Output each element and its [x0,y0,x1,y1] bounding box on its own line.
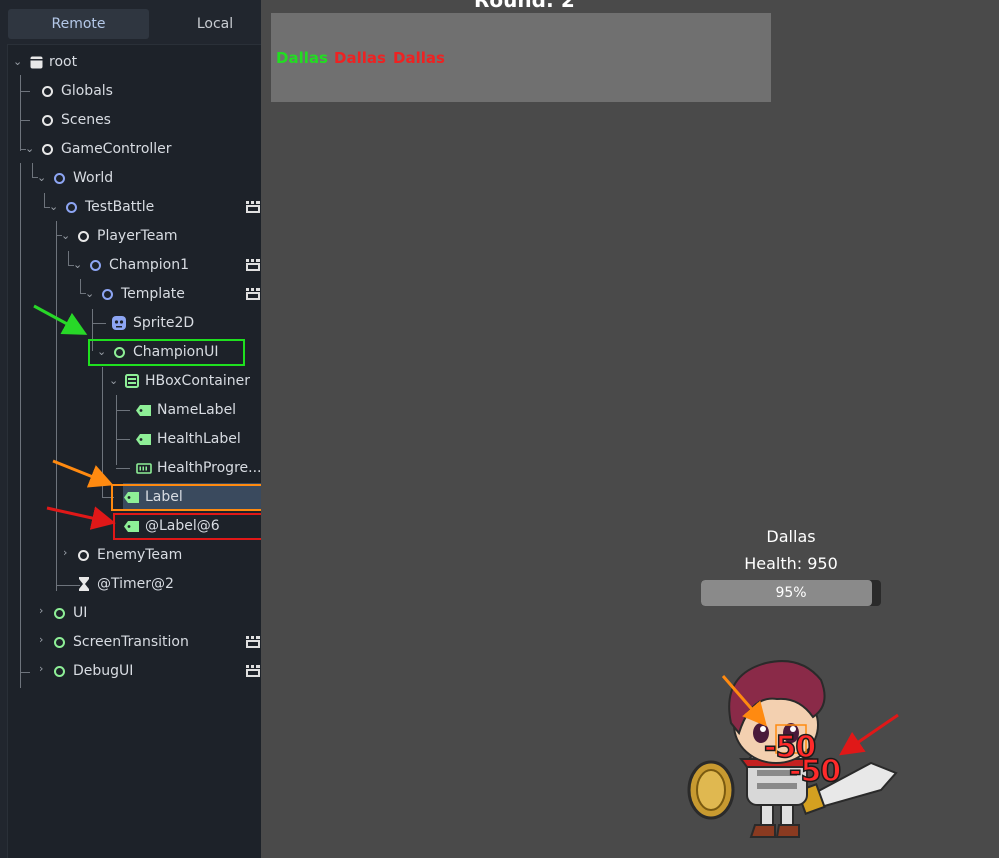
green-arrow [33,304,88,335]
health-label: Health: 950 [744,554,838,573]
control-icon [54,637,65,648]
health-percent-text: 95% [775,585,807,601]
clapperboard-icon[interactable] [246,665,260,677]
control-icon [54,666,65,677]
orange-arrow [721,675,767,727]
team-banner: Dallas Dallas Dallas [271,13,771,102]
godot-editor-window: Remote Local ⌄ root Globals Scenes ⌄ Gam… [0,0,999,858]
clapperboard-icon[interactable] [246,636,260,648]
tree-item-debugui[interactable]: › DebugUI [8,657,262,685]
red-arrow [46,506,116,530]
round-title: Round: 2 [474,0,575,12]
tree-item-screentransition[interactable]: › ScreenTransition [8,628,262,656]
annotation-arrows-left [33,304,116,530]
banner-name: Dallas [334,49,386,67]
chevron-right-icon[interactable]: › [39,604,43,618]
banner-name: Dallas [393,49,445,67]
hourglass-icon [79,577,89,591]
annotation-arrows-viewport [721,675,899,756]
banner-name: Dallas [276,49,328,67]
health-progress-bar: 95% [701,580,881,606]
orange-arrow [52,459,114,488]
control-icon [54,608,65,619]
chevron-right-icon[interactable]: › [39,633,43,647]
red-arrow [839,713,899,756]
chevron-right-icon[interactable]: › [39,662,43,676]
champion-name-label: Dallas [766,527,816,546]
game-viewport: Round: 2 Dallas Dallas Dallas Dallas Hea… [261,0,999,858]
tree-item-timer[interactable]: @Timer@2 [8,570,262,598]
tree-item-ui[interactable]: › UI [8,599,262,627]
